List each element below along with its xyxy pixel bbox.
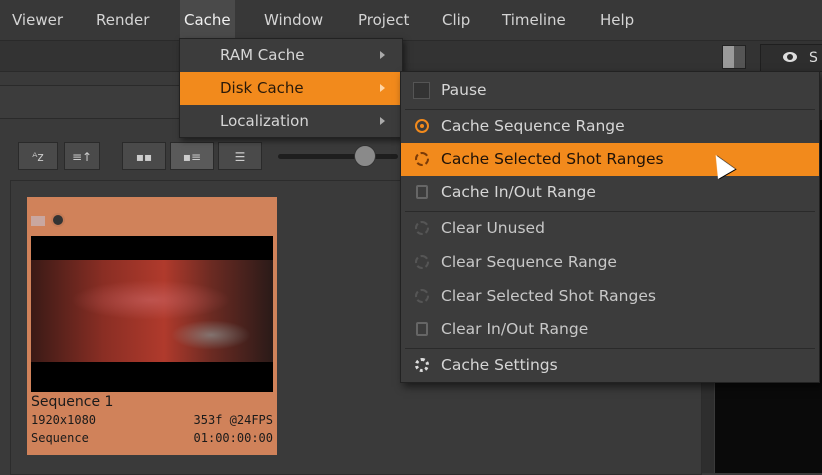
menu-item-ram-cache[interactable]: RAM Cache (180, 39, 402, 72)
menu-item-cache-settings[interactable]: Cache Settings (401, 349, 819, 382)
clip-item[interactable]: Sequence 1 1920x1080 353f @24FPS Sequenc… (27, 197, 277, 455)
sort-az-icon: ᴬz (32, 150, 44, 164)
clip-resolution: 1920x1080 (31, 413, 97, 427)
menu-timeline[interactable]: Timeline (502, 0, 566, 40)
viewer-tab-label: S (809, 50, 818, 66)
details-icon: ▪≡ (182, 150, 202, 164)
viewer-tab[interactable]: S (760, 44, 822, 72)
menu-item-localization[interactable]: Localization (180, 105, 402, 138)
menu-item-clear-in-out-range[interactable]: Clear In/Out Range (401, 313, 819, 346)
disk-icon (415, 255, 429, 269)
menu-help[interactable]: Help (600, 0, 634, 40)
gear-icon (415, 358, 429, 372)
menu-item-clear-selected-shot-ranges[interactable]: Clear Selected Shot Ranges (401, 280, 819, 313)
grid-icon: ▪▪ (135, 150, 153, 164)
submenu-arrow-icon (380, 51, 385, 59)
list-icon: ☰ (234, 150, 246, 164)
menu-project[interactable]: Project (358, 0, 409, 40)
menu-viewer[interactable]: Viewer (12, 0, 63, 40)
cache-menu: RAM Cache Disk Cache Localization (179, 38, 403, 138)
thumbnail-size-slider[interactable] (278, 154, 398, 159)
menu-cache[interactable]: Cache (180, 0, 235, 40)
sort-az-button[interactable]: ᴬz (18, 142, 58, 170)
clip-timecode: 01:00:00:00 (193, 431, 273, 445)
menu-render[interactable]: Render (96, 0, 149, 40)
checkbox-icon[interactable] (413, 82, 430, 99)
cache-status-icon (51, 213, 65, 227)
clip-type-icon (31, 216, 45, 226)
slider-handle[interactable] (354, 145, 376, 167)
bracket-icon (416, 322, 428, 336)
menu-item-disk-cache[interactable]: Disk Cache (180, 72, 402, 105)
clip-kind: Sequence (31, 431, 89, 445)
panel-strip (0, 41, 822, 72)
eye-icon (783, 52, 797, 62)
sort-order-icon: ≡↑ (71, 150, 93, 164)
menu-item-cache-selected-shot-ranges[interactable]: Cache Selected Shot Ranges (401, 143, 819, 176)
radio-icon (415, 119, 429, 133)
menu-item-pause[interactable]: Pause (401, 74, 819, 107)
menu-item-clear-unused[interactable]: Clear Unused (401, 212, 819, 245)
details-view-button[interactable]: ▪≡ (170, 142, 214, 170)
disk-icon (415, 152, 429, 166)
grid-view-button[interactable]: ▪▪ (122, 142, 166, 170)
submenu-arrow-icon (380, 117, 385, 125)
disk-icon (415, 289, 429, 303)
clip-name: Sequence 1 (31, 394, 114, 410)
clip-metadata: Sequence 1 1920x1080 353f @24FPS Sequenc… (31, 394, 273, 452)
view-toggle-icon[interactable] (722, 45, 746, 69)
list-view-button[interactable]: ☰ (218, 142, 262, 170)
disk-icon (415, 221, 429, 235)
menu-bar: Viewer Render Cache Window Project Clip … (0, 0, 822, 41)
clip-thumbnail (31, 236, 273, 392)
menu-clip[interactable]: Clip (442, 0, 470, 40)
menu-item-cache-sequence-range[interactable]: Cache Sequence Range (401, 110, 819, 143)
clip-frames: 353f @24FPS (193, 413, 273, 427)
menu-window[interactable]: Window (264, 0, 323, 40)
submenu-arrow-icon (380, 84, 385, 92)
sort-order-button[interactable]: ≡↑ (64, 142, 100, 170)
disk-cache-submenu: Pause Cache Sequence Range Cache Selecte… (400, 71, 820, 383)
menu-item-cache-in-out-range[interactable]: Cache In/Out Range (401, 176, 819, 209)
bracket-icon (416, 185, 428, 199)
menu-item-clear-sequence-range[interactable]: Clear Sequence Range (401, 246, 819, 279)
